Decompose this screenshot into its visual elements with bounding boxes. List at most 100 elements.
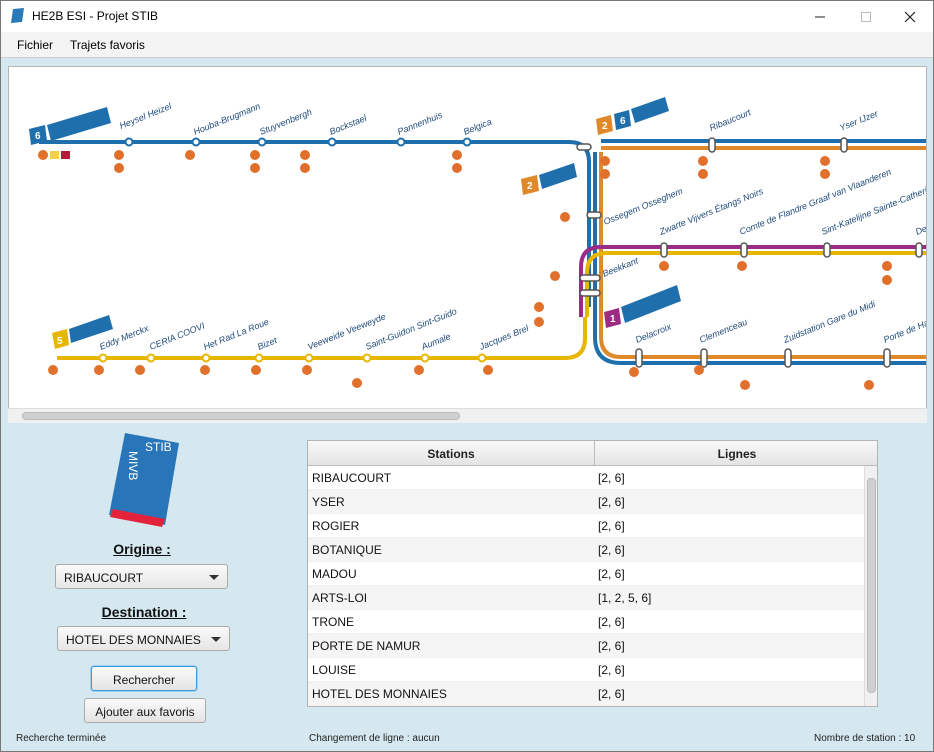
line-1-number: 1 xyxy=(610,314,616,325)
station-cell: ARTS-LOI xyxy=(312,591,368,605)
line-2-terminus-badge: 2 xyxy=(521,163,577,195)
table-row[interactable]: ARTS-LOI [1, 2, 5, 6] xyxy=(308,586,864,610)
station-cell: RIBAUCOURT xyxy=(312,471,392,485)
station-aumale: Aumale xyxy=(419,331,452,352)
table-row[interactable]: BOTANIQUE [2, 6] xyxy=(308,538,864,562)
origin-select[interactable]: RIBAUCOURT xyxy=(55,564,228,589)
stib-logo: MIVB STIB xyxy=(109,433,179,527)
map-horizontal-scrollbar[interactable] xyxy=(8,408,927,423)
station-ribaucourt: Ribaucourt xyxy=(708,107,753,133)
lines-cell: [2, 6] xyxy=(598,663,625,677)
logo-stib: STIB xyxy=(145,440,172,454)
add-favorite-button[interactable]: Ajouter aux favoris xyxy=(84,698,206,723)
station-heysel: Heysel Heizel xyxy=(118,101,174,131)
table-row[interactable]: RIBAUCOURT [2, 6] xyxy=(308,466,864,490)
logo-mivb: MIVB xyxy=(126,451,140,480)
station-comte-de-flandre: Comte de Flandre Graaf van Vlaanderen xyxy=(738,167,893,237)
station-houba-brugmann: Houba-Brugmann xyxy=(192,101,262,137)
station-cell: BOTANIQUE xyxy=(312,543,382,557)
station-bockstael: Bockstael xyxy=(328,113,369,137)
station-cell: MADOU xyxy=(312,567,357,581)
status-right: Nombre de station : 10 xyxy=(814,733,916,744)
close-button[interactable] xyxy=(887,1,933,32)
metro-map-svg: 6 5 2 2 6 1 Heysel Heizel Houba-Brugmann… xyxy=(29,97,927,390)
line-5-number: 5 xyxy=(57,336,63,347)
chevron-down-icon xyxy=(211,637,221,642)
line-6-terminus-badge: 6 xyxy=(29,107,111,145)
maximize-button[interactable] xyxy=(843,1,889,32)
station-delacroix: Delacroix xyxy=(634,321,673,345)
station-clemenceau: Clemenceau xyxy=(698,317,749,345)
lines-cell: [2, 6] xyxy=(598,519,625,533)
menu-bar: Fichier Trajets favoris xyxy=(1,32,933,58)
scroll-thumb[interactable] xyxy=(22,412,460,420)
station-porte-de-hal: Porte de Hal Hallepoort xyxy=(882,300,927,345)
station-cell: YSER xyxy=(312,495,345,509)
line-1-terminus-badge: 1 xyxy=(604,285,681,328)
station-stuyvenbergh: Stuyvenbergh xyxy=(258,107,313,137)
station-labels-bottom: Eddy Merckx CERIA COOVI Het Rad La Roue … xyxy=(98,306,531,352)
lines-cell: [2, 6] xyxy=(598,495,625,509)
station-labels-top: Heysel Heizel Houba-Brugmann Stuyvenberg… xyxy=(118,101,493,137)
station-cell: TRONE xyxy=(312,615,354,629)
maximize-icon xyxy=(861,11,871,22)
chevron-down-icon xyxy=(209,575,219,580)
menu-trajets-favoris[interactable]: Trajets favoris xyxy=(70,38,145,52)
lines-cell: [2, 6] xyxy=(598,687,625,701)
title-bar: HE2B ESI - Projet STIB xyxy=(1,1,933,32)
station-ossegem: Ossegem Osseghem xyxy=(602,186,685,227)
station-cell: PORTE DE NAMUR xyxy=(312,639,421,653)
table-row[interactable]: YSER [2, 6] xyxy=(308,490,864,514)
line-6-number: 6 xyxy=(35,131,41,142)
status-center: Changement de ligne : aucun xyxy=(309,733,440,744)
line-2-number: 2 xyxy=(527,181,533,192)
svg-text:2: 2 xyxy=(602,121,608,132)
minimize-button[interactable] xyxy=(797,1,843,32)
station-beekkant: Beekkant xyxy=(601,255,640,279)
table-row[interactable]: HOTEL DES MONNAIES [2, 6] xyxy=(308,682,864,706)
lines-cell: [2, 6] xyxy=(598,615,625,629)
station-pannenhuis: Pannenhuis xyxy=(396,110,444,137)
network-map[interactable]: 6 5 2 2 6 1 Heysel Heizel Houba-Brugmann… xyxy=(8,66,927,423)
lines-cell: [2, 6] xyxy=(598,567,625,581)
table-row[interactable]: LOUISE [2, 6] xyxy=(308,658,864,682)
lines-cell: [2, 6] xyxy=(598,639,625,653)
search-button[interactable]: Rechercher xyxy=(91,666,197,691)
destination-select[interactable]: HOTEL DES MONNAIES xyxy=(57,626,230,651)
lines-cell: [2, 6] xyxy=(598,471,625,485)
table-row[interactable]: PORTE DE NAMUR [2, 6] xyxy=(308,634,864,658)
window-title: HE2B ESI - Projet STIB xyxy=(32,9,159,23)
header-lignes[interactable]: Lignes xyxy=(595,441,877,466)
station-cell: LOUISE xyxy=(312,663,357,677)
table-row[interactable]: TRONE [2, 6] xyxy=(308,610,864,634)
app-window: HE2B ESI - Projet STIB Fichier Trajets f… xyxy=(0,0,934,752)
station-jacques-brel: Jacques Brel xyxy=(477,323,531,353)
scroll-thumb[interactable] xyxy=(867,478,876,693)
line-2-6-elisabeth-badge: 2 6 xyxy=(596,97,669,135)
transfer-markers xyxy=(38,150,892,390)
station-cell: ROGIER xyxy=(312,519,360,533)
station-de: De xyxy=(914,223,927,237)
table-vertical-scrollbar[interactable] xyxy=(864,466,877,706)
destination-label: Destination : xyxy=(101,604,187,620)
app-icon xyxy=(11,8,24,23)
route-table: Stations Lignes RIBAUCOURT [2, 6] YSER [2, … xyxy=(307,440,878,707)
table-row[interactable]: ROGIER [2, 6] xyxy=(308,514,864,538)
station-bizet: Bizet xyxy=(256,335,279,352)
origin-label: Origine : xyxy=(113,541,171,557)
line-6-elisabeth-number: 6 xyxy=(620,116,626,127)
station-ceria: CERIA COOVI xyxy=(148,320,207,351)
origin-value: RIBAUCOURT xyxy=(64,571,144,585)
status-left: Recherche terminée xyxy=(16,733,107,744)
station-cell: HOTEL DES MONNAIES xyxy=(312,687,447,701)
station-yser: Yser IJzer xyxy=(838,108,880,133)
lines-cell: [1, 2, 5, 6] xyxy=(598,591,652,605)
station-belgica: Belgica xyxy=(462,117,493,137)
table-row[interactable]: MADOU [2, 6] xyxy=(308,562,864,586)
minimize-icon xyxy=(815,16,825,17)
header-stations[interactable]: Stations xyxy=(308,441,595,466)
lines-cell: [2, 6] xyxy=(598,543,625,557)
menu-fichier[interactable]: Fichier xyxy=(17,38,53,52)
station-zuidstation: Zuidstation Gare du Midi xyxy=(781,298,878,345)
close-icon xyxy=(904,11,916,22)
